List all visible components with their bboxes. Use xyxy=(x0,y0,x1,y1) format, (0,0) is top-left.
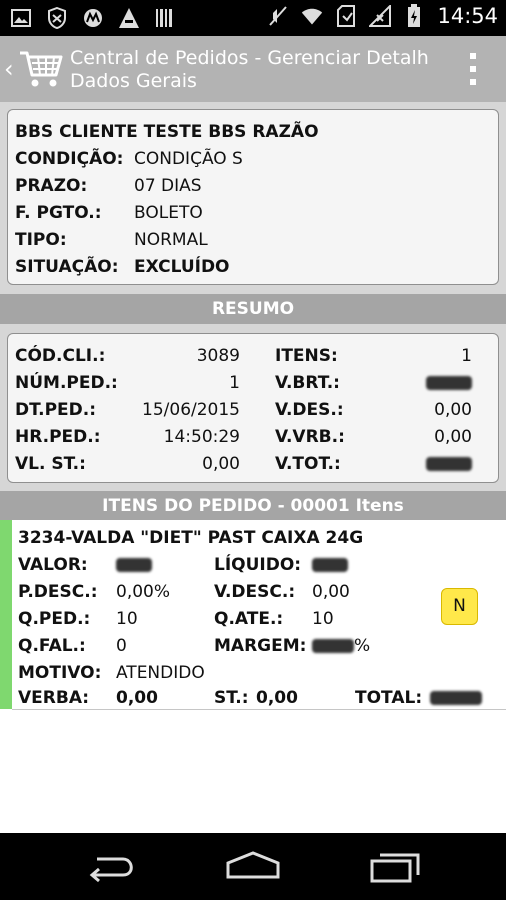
resumo-label: HR.PED.: xyxy=(15,427,101,447)
resumo-label: CÓD.CLI.: xyxy=(15,346,106,366)
items-list: 3234-VALDA "DIET" PAST CAIXA 24G VALOR: … xyxy=(0,520,506,833)
status-value: EXCLUÍDO xyxy=(134,257,230,277)
clock: 14:54 xyxy=(437,4,498,28)
resumo-label: V.BRT.: xyxy=(275,373,340,393)
field-label: SITUAÇÃO: xyxy=(15,257,119,277)
resumo-label: V.VRB.: xyxy=(275,427,345,447)
item-value: 10 xyxy=(116,609,138,629)
cart-icon[interactable] xyxy=(18,45,64,91)
security-icon xyxy=(46,6,68,30)
field-label: F. PGTO.: xyxy=(15,203,102,223)
resumo-card: CÓD.CLI.: 3089 NÚM.PED.: 1 DT.PED.: 15/0… xyxy=(7,333,499,483)
item-value: 0,00 xyxy=(256,688,298,708)
recent-apps-icon[interactable] xyxy=(366,849,426,885)
item-value: 0,00 xyxy=(116,688,158,708)
item-value: 10 xyxy=(312,609,334,629)
back-chevron-icon[interactable]: ‹ xyxy=(4,55,14,83)
resumo-value: 15/06/2015 xyxy=(142,400,240,420)
field-value: CONDIÇÃO S xyxy=(134,149,243,169)
resumo-header: RESUMO xyxy=(0,294,506,324)
action-bar: ‹ Central de Pedidos - Gerenciar Detalh.… xyxy=(0,36,506,102)
resumo-value: 1 xyxy=(229,373,240,393)
signal-arrow-icon xyxy=(118,6,140,30)
resumo-value: 0,00 xyxy=(202,454,240,474)
image-icon xyxy=(10,6,32,30)
margem-suffix: % xyxy=(354,636,371,656)
resumo-label: DT.PED.: xyxy=(15,400,97,420)
wifi-icon xyxy=(301,4,323,28)
client-name: BBS CLIENTE TESTE BBS RAZÃO xyxy=(15,122,319,142)
redacted-value xyxy=(388,373,472,393)
item-label: P.DESC.: xyxy=(18,582,98,602)
navigation-bar xyxy=(0,833,506,900)
item-value: 0,00 xyxy=(312,582,350,602)
item-status-badge: N xyxy=(441,588,478,625)
page-subtitle: Dados Gerais xyxy=(70,70,197,92)
page-title: Central de Pedidos - Gerenciar Detalh... xyxy=(70,47,430,69)
motorola-icon xyxy=(82,6,104,30)
item-value: 0,00% xyxy=(116,582,171,602)
client-card: BBS CLIENTE TESTE BBS RAZÃO CONDIÇÃO: CO… xyxy=(7,109,499,285)
resumo-label: ITENS: xyxy=(275,346,338,366)
field-label: PRAZO: xyxy=(15,176,88,196)
content-area: BBS CLIENTE TESTE BBS RAZÃO CONDIÇÃO: CO… xyxy=(0,102,506,833)
item-value: ATENDIDO xyxy=(116,663,205,683)
resumo-value: 3089 xyxy=(196,346,240,366)
item-label: VALOR: xyxy=(18,555,88,575)
item-label: VERBA: xyxy=(18,688,90,708)
item-label: Q.PED.: xyxy=(18,609,91,629)
resumo-value: 0,00 xyxy=(434,427,472,447)
item-label: Q.FAL.: xyxy=(18,636,86,656)
resumo-label: NÚM.PED.: xyxy=(15,373,118,393)
resumo-value: 0,00 xyxy=(434,400,472,420)
field-label: CONDIÇÃO: xyxy=(15,149,124,169)
status-bar: 14:54 xyxy=(0,0,506,36)
redacted-value xyxy=(388,454,472,474)
item-label: ST.: xyxy=(214,688,249,708)
item-status-bar xyxy=(0,520,12,709)
item-label: LÍQUIDO: xyxy=(214,555,302,575)
divider xyxy=(12,709,506,710)
notification-icons xyxy=(10,6,176,30)
field-value: 07 DIAS xyxy=(134,176,202,196)
resumo-value: 14:50:29 xyxy=(163,427,240,447)
redacted-value xyxy=(430,688,482,708)
system-icons: 14:54 xyxy=(267,4,498,28)
margem-value: % xyxy=(312,636,370,656)
redacted-value xyxy=(116,555,152,575)
itens-header: ITENS DO PEDIDO - 00001 Itens xyxy=(0,491,506,521)
item-name: 3234-VALDA "DIET" PAST CAIXA 24G xyxy=(18,528,364,548)
battery-icon xyxy=(403,4,425,28)
item-label: Q.ATE.: xyxy=(214,609,284,629)
resumo-value: 1 xyxy=(461,346,472,366)
signal-icon xyxy=(369,4,392,28)
item-label: V.DESC.: xyxy=(214,582,296,602)
item-label: TOTAL: xyxy=(355,688,423,708)
sd-card-icon xyxy=(335,4,357,28)
field-label: TIPO: xyxy=(15,230,67,250)
mute-icon xyxy=(267,4,289,28)
redacted-value xyxy=(312,555,348,575)
item-label: MARGEM: xyxy=(214,636,307,656)
list-item[interactable]: 3234-VALDA "DIET" PAST CAIXA 24G VALOR: … xyxy=(12,520,506,709)
field-value: BOLETO xyxy=(134,203,203,223)
resumo-label: V.TOT.: xyxy=(275,454,341,474)
resumo-label: VL. ST.: xyxy=(15,454,86,474)
resumo-label: V.DES.: xyxy=(275,400,344,420)
overflow-menu-icon[interactable] xyxy=(470,53,478,85)
home-icon[interactable] xyxy=(223,849,283,885)
item-value: 0 xyxy=(116,636,127,656)
field-value: NORMAL xyxy=(134,230,208,250)
back-icon[interactable] xyxy=(83,849,143,885)
barcode-icon xyxy=(154,6,176,30)
item-label: MOTIVO: xyxy=(18,663,102,683)
